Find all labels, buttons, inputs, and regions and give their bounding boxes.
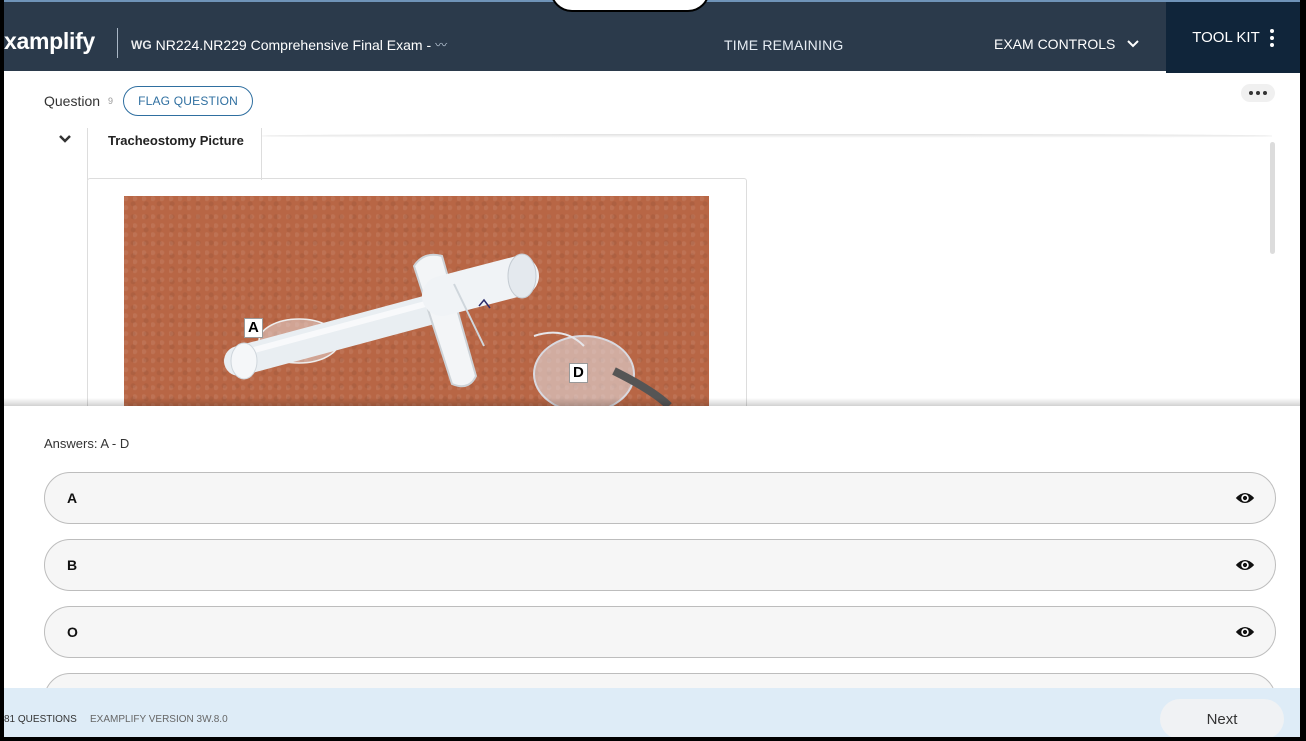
chevron-down-icon (1127, 40, 1140, 48)
label-a: A (244, 318, 263, 338)
answer-text: A (67, 490, 78, 506)
exam-title: WG NR224.NR229 Comprehensive Final Exam … (131, 36, 447, 53)
toolkit-label: TOOL KIT (1192, 29, 1260, 46)
label-d: D (569, 363, 588, 383)
eye-icon[interactable] (1235, 489, 1255, 507)
exhibit-scrollbar[interactable] (1270, 142, 1275, 254)
answer-option-a[interactable]: A (44, 472, 1276, 524)
collapse-chevron-icon[interactable] (58, 134, 72, 144)
tab-shadow (262, 134, 1272, 138)
eye-icon[interactable] (1235, 556, 1255, 574)
question-header: Question 9 FLAG QUESTION (44, 86, 254, 116)
camera-notch (550, 0, 710, 12)
tracheostomy-photo: A D (124, 196, 709, 406)
exam-prefix: WG (131, 37, 152, 52)
toolkit-button[interactable]: TOOL KIT (1166, 2, 1300, 73)
exam-app: xamplify WG NR224.NR229 Comprehensive Fi… (4, 0, 1300, 737)
kebab-menu-icon (1269, 28, 1274, 47)
eye-icon[interactable] (1235, 623, 1255, 641)
next-button[interactable]: Next (1160, 699, 1284, 737)
time-remaining[interactable]: TIME REMAINING (724, 37, 843, 53)
answer-option-c[interactable]: O (44, 606, 1276, 658)
flag-question-button[interactable]: FLAG QUESTION (123, 86, 254, 116)
footer-bar: 81 QUESTIONS EXAMPLIFY VERSION 3W.8.0 Ne… (4, 688, 1300, 737)
exam-controls-button[interactable]: EXAM CONTROLS (994, 36, 1140, 52)
exam-title-text: NR224.NR229 Comprehensive Final Exam - (155, 36, 432, 53)
scribble-icon: 〰 (435, 38, 448, 52)
tracheostomy-tube-illustration (224, 253, 672, 406)
answers-label: Answers: A - D (44, 436, 130, 451)
answer-text: B (67, 557, 78, 573)
answer-text: O (67, 624, 78, 640)
app-version: EXAMPLIFY VERSION 3W.8.0 (90, 714, 228, 725)
exhibit-tab-title: Tracheostomy Picture (108, 133, 244, 148)
answer-option-b[interactable]: B (44, 539, 1276, 591)
more-options-button[interactable] (1241, 84, 1275, 102)
exhibit-panel: Tracheostomy Picture A D (4, 128, 1300, 406)
question-number: 9 (108, 96, 114, 106)
dot-icon (1249, 91, 1253, 95)
exam-controls-label: EXAM CONTROLS (994, 36, 1116, 52)
dot-icon (1263, 91, 1267, 95)
header-divider (117, 28, 118, 58)
question-label: Question (44, 93, 101, 109)
exhibit-bottom-shadow (4, 398, 1300, 406)
examplify-logo: xamplify (4, 28, 95, 54)
dot-icon (1256, 91, 1260, 95)
question-count[interactable]: 81 QUESTIONS (4, 714, 77, 725)
